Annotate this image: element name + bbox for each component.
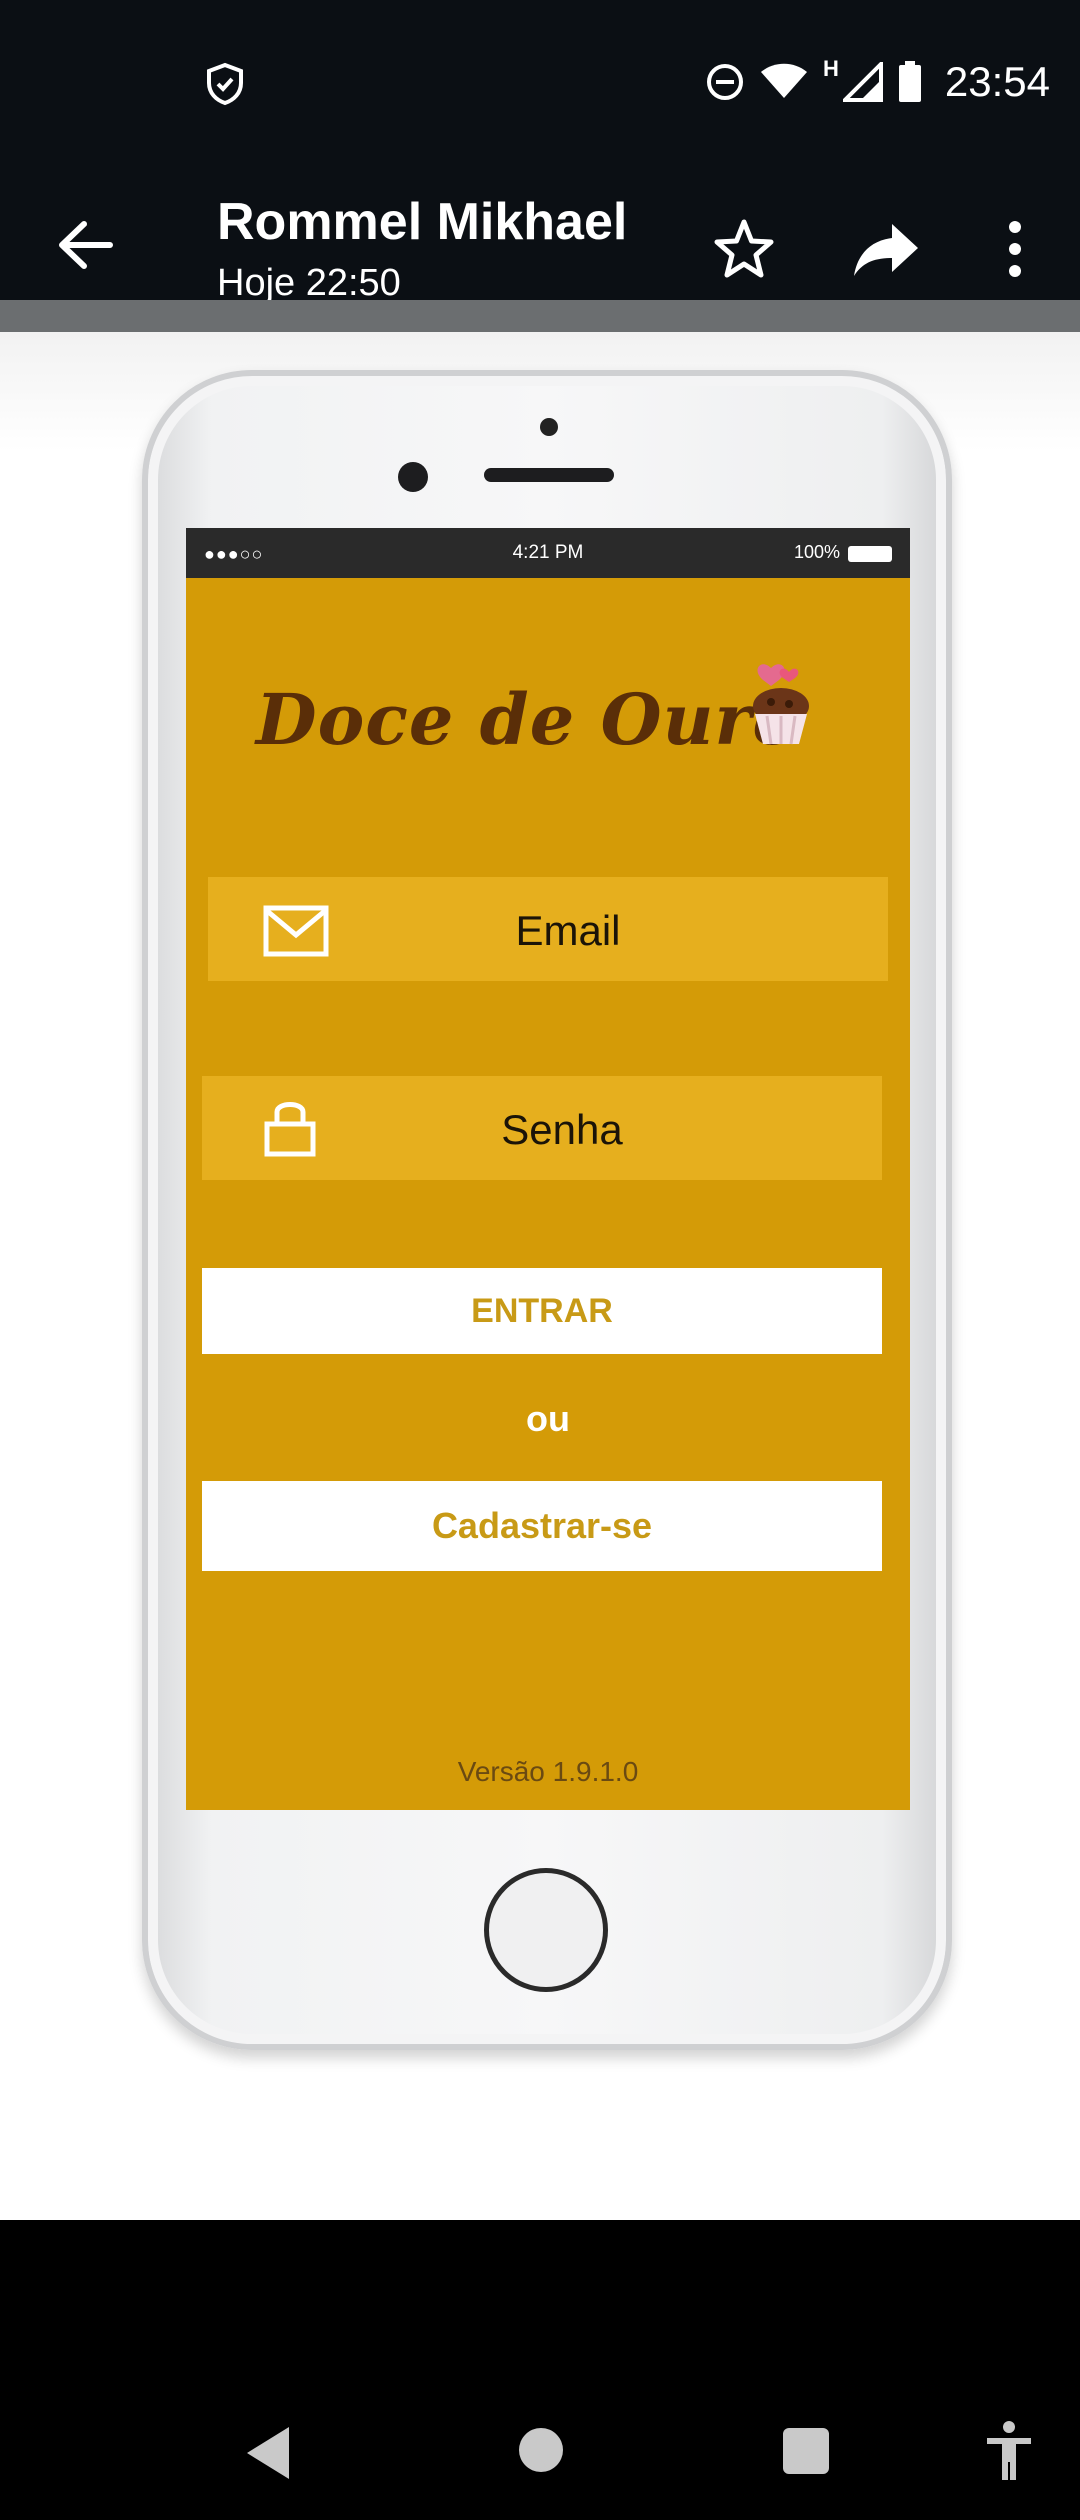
ios-battery-icon xyxy=(848,546,892,562)
email-field[interactable]: Email xyxy=(208,877,888,981)
phone-sensor xyxy=(540,418,558,436)
ios-battery-text: 100% xyxy=(793,542,840,562)
app-toolbar: Rommel Mikhael Hoje 22:50 xyxy=(0,170,1080,304)
phone-speaker xyxy=(484,468,614,482)
phone-mockup: ●●●○○ 4:21 PM 100% Doce de Ouro Email Se… xyxy=(142,370,952,2050)
nav-home-icon[interactable] xyxy=(519,2428,563,2472)
accessibility-icon[interactable] xyxy=(984,2420,1034,2482)
shield-icon xyxy=(207,62,243,106)
more-vert-icon[interactable] xyxy=(995,218,1035,280)
sender-name: Rommel Mikhael xyxy=(217,193,628,251)
status-clock: 23:54 xyxy=(944,58,1050,105)
status-icons: H 23:54 xyxy=(705,52,1050,112)
wifi-icon xyxy=(761,63,807,98)
phone-camera xyxy=(398,462,428,492)
phone-home-button xyxy=(484,1868,608,1992)
password-placeholder: Senha xyxy=(501,1106,623,1153)
cupcake-icon xyxy=(753,664,809,745)
navigation-bar xyxy=(0,2220,1080,2520)
image-viewer[interactable]: ●●●○○ 4:21 PM 100% Doce de Ouro Email Se… xyxy=(0,332,1080,2220)
signup-button[interactable]: Cadastrar-se xyxy=(202,1481,882,1571)
toolbar-divider xyxy=(0,300,1080,332)
app-screen: ●●●○○ 4:21 PM 100% Doce de Ouro Email Se… xyxy=(186,528,910,1810)
ios-status-bar: ●●●○○ 4:21 PM 100% xyxy=(186,528,910,578)
network-type: H xyxy=(823,56,839,81)
signal-icon xyxy=(842,62,883,102)
battery-icon xyxy=(898,61,921,102)
status-bar: H 23:54 xyxy=(0,0,1080,170)
nav-recents-icon[interactable] xyxy=(783,2428,829,2474)
back-arrow-icon[interactable] xyxy=(50,210,120,280)
login-button[interactable]: ENTRAR xyxy=(202,1268,882,1354)
app-version: Versão 1.9.1.0 xyxy=(457,1756,639,1787)
brand-text: Doce de Ouro xyxy=(255,678,801,761)
password-field[interactable]: Senha xyxy=(202,1076,882,1180)
star-icon[interactable] xyxy=(713,218,775,280)
do-not-disturb-icon xyxy=(707,64,743,100)
email-placeholder: Email xyxy=(515,907,621,954)
message-time: Hoje 22:50 xyxy=(217,262,401,304)
share-icon[interactable] xyxy=(852,220,920,278)
nav-back-icon[interactable] xyxy=(245,2425,293,2481)
or-separator: ou xyxy=(526,1398,570,1439)
